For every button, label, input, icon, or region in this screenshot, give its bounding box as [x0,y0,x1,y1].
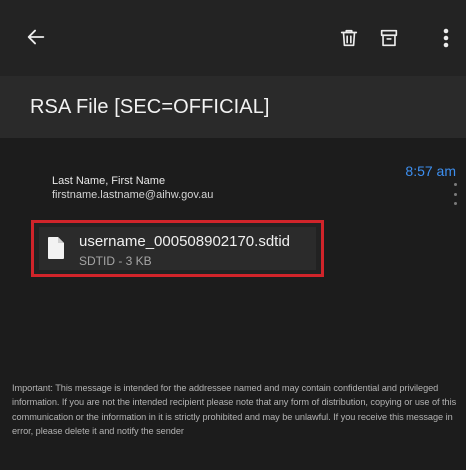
file-icon [48,237,64,259]
sender-name[interactable]: Last Name, First Name [52,175,165,187]
top-toolbar [0,0,466,76]
attachment-file-name: username_000508902170.sdtid [79,233,291,250]
dot [453,202,457,205]
attachment-card[interactable]: username_000508902170.sdtid SDTID - 3 KB [39,227,316,270]
email-subject: RSA File [SEC=OFFICIAL] [30,95,270,118]
sender-email[interactable]: firstname.lastname@aihw.gov.au [52,189,213,201]
dot [453,192,457,196]
archive-button[interactable] [371,20,407,56]
more-options-button[interactable] [432,20,460,56]
received-time: 8:57 am [405,163,456,179]
dot [453,183,457,186]
subject-bar: RSA File [SEC=OFFICIAL] [0,76,466,138]
message-body: 8:57 am Last Name, First Name firstname.… [0,138,466,470]
message-options-button[interactable] [450,183,460,205]
delete-button[interactable] [331,20,367,56]
arrow-left-icon [27,29,45,45]
attachment-item[interactable]: username_000508902170.sdtid SDTID - 3 KB [31,220,324,277]
email-view-screen: RSA File [SEC=OFFICIAL] 8:57 am Last Nam… [0,0,466,470]
disclaimer-text: Important: This message is intended for … [12,383,457,436]
back-button[interactable] [18,19,54,55]
attachment-meta: SDTID - 3 KB [79,254,152,268]
more-vertical-icon [443,28,449,48]
trash-icon [340,29,358,47]
archive-icon [380,29,398,47]
